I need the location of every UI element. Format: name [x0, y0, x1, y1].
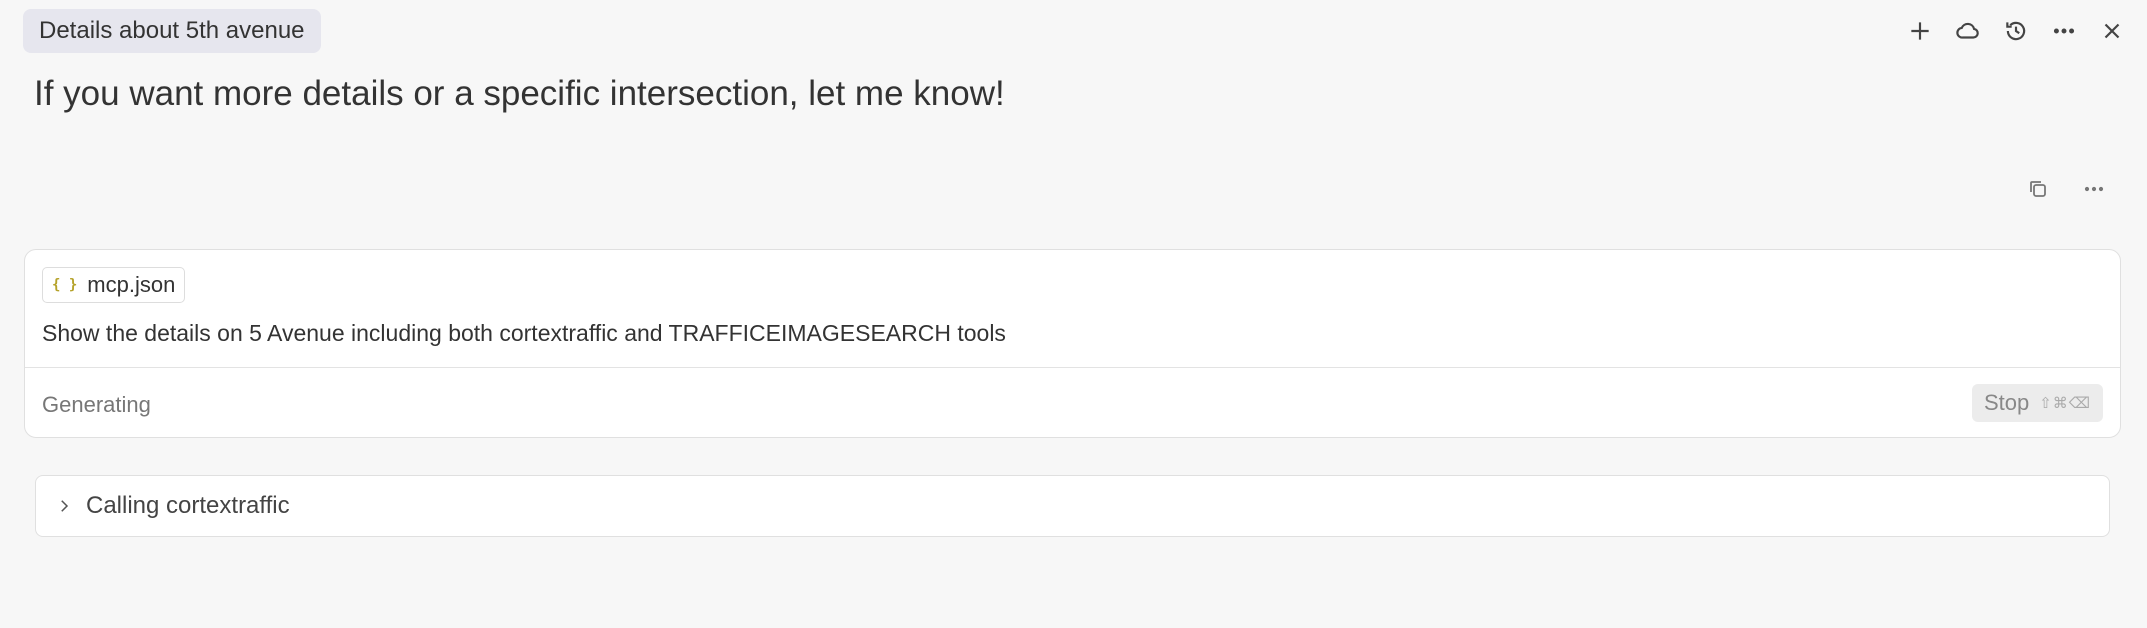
tool-call-collapsible[interactable]: Calling cortextraffic	[35, 475, 2110, 537]
prompt-input[interactable]: Show the details on 5 Avenue including b…	[42, 320, 1006, 347]
plus-icon[interactable]	[1907, 10, 1933, 52]
composer-divider	[25, 367, 2120, 368]
copy-icon[interactable]	[2025, 168, 2051, 210]
stop-button[interactable]: Stop ⇧⌘⌫	[1971, 384, 2103, 422]
generating-status: Generating	[42, 392, 151, 417]
more-icon[interactable]	[2051, 10, 2077, 52]
message-more-icon[interactable]	[2081, 168, 2107, 210]
context-file-chip[interactable]: { } mcp.json	[42, 267, 186, 303]
chat-title: Details about 5th avenue	[39, 17, 305, 44]
json-file-icon: { }	[52, 277, 78, 293]
header-actions	[1907, 10, 2125, 52]
history-icon[interactable]	[2003, 10, 2029, 52]
cloud-icon[interactable]	[1955, 10, 1981, 52]
assistant-message: If you want more details or a specific i…	[34, 74, 1005, 113]
chevron-right-icon[interactable]	[54, 496, 74, 516]
composer: { } mcp.json Show the details on 5 Avenu…	[24, 249, 2121, 438]
stop-label: Stop	[1983, 390, 2030, 415]
close-icon[interactable]	[2099, 10, 2125, 52]
context-file-label: mcp.json	[87, 272, 176, 297]
stop-shortcut: ⇧⌘⌫	[2039, 394, 2091, 412]
tool-call-label: Calling cortextraffic	[86, 492, 290, 519]
message-actions	[2025, 168, 2107, 210]
chat-title-chip[interactable]: Details about 5th avenue	[23, 9, 321, 53]
